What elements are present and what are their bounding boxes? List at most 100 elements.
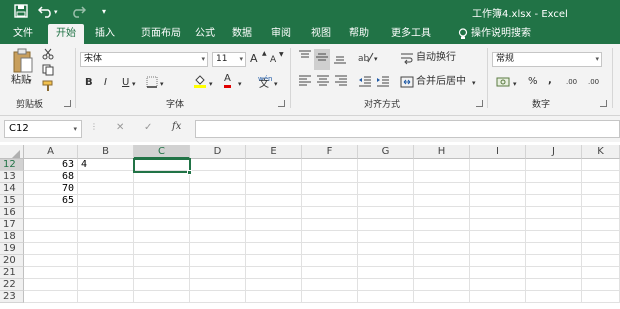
font-size-select[interactable]: 11 ▾ [212, 52, 246, 67]
cell[interactable] [358, 195, 414, 207]
cell[interactable] [582, 231, 620, 243]
cell-a[interactable] [24, 279, 78, 291]
increase-decimal-button[interactable]: .00 [566, 75, 577, 89]
row-header[interactable]: 16 [0, 207, 24, 219]
cell[interactable] [246, 219, 302, 231]
cell[interactable] [134, 255, 190, 267]
row-header[interactable]: 23 [0, 291, 24, 303]
cell-b[interactable] [78, 171, 134, 183]
cell[interactable] [582, 159, 620, 171]
cell[interactable] [470, 291, 526, 303]
cell[interactable] [526, 159, 582, 171]
column-header-i[interactable]: I [470, 145, 526, 159]
cell[interactable] [414, 243, 470, 255]
cell-a[interactable] [24, 243, 78, 255]
cell[interactable] [302, 255, 358, 267]
cell[interactable] [302, 183, 358, 195]
cell[interactable] [134, 231, 190, 243]
name-box[interactable]: C12 ▾ [4, 120, 82, 138]
fill-color-icon[interactable] [193, 74, 207, 93]
cut-icon[interactable] [42, 48, 54, 65]
cell-b[interactable] [78, 255, 134, 267]
cell[interactable] [582, 219, 620, 231]
cell[interactable] [302, 219, 358, 231]
cell[interactable] [358, 183, 414, 195]
cell[interactable] [134, 219, 190, 231]
cell[interactable] [414, 231, 470, 243]
cell-a[interactable] [24, 207, 78, 219]
cell[interactable] [134, 279, 190, 291]
cell[interactable] [358, 279, 414, 291]
cell[interactable] [526, 255, 582, 267]
cell-b[interactable] [78, 291, 134, 303]
tab-insert[interactable]: 插入 [88, 24, 122, 44]
row-header[interactable]: 22 [0, 279, 24, 291]
cell[interactable] [134, 183, 190, 195]
cell[interactable] [190, 219, 246, 231]
cell[interactable] [302, 267, 358, 279]
tab-data[interactable]: 数据 [225, 24, 259, 44]
cell-a[interactable]: 70 [24, 183, 78, 195]
cell-a[interactable]: 68 [24, 171, 78, 183]
cell[interactable] [190, 291, 246, 303]
cell[interactable] [582, 195, 620, 207]
font-launcher-icon[interactable] [278, 100, 285, 107]
cell-b[interactable] [78, 219, 134, 231]
fill-handle[interactable] [187, 170, 192, 175]
middle-align-icon[interactable] [314, 49, 330, 70]
borders-icon[interactable] [146, 76, 158, 93]
number-launcher-icon[interactable] [600, 100, 607, 107]
tab-review[interactable]: 审阅 [264, 24, 298, 44]
cell[interactable] [246, 279, 302, 291]
cell[interactable] [134, 207, 190, 219]
wrap-text-icon[interactable] [400, 51, 414, 70]
cell[interactable] [470, 255, 526, 267]
cell[interactable] [470, 159, 526, 171]
cell-a[interactable] [24, 267, 78, 279]
column-header-f[interactable]: F [302, 145, 358, 159]
tab-home[interactable]: 开始 [48, 24, 84, 44]
format-painter-icon[interactable] [42, 80, 54, 97]
cell[interactable] [246, 267, 302, 279]
bold-button[interactable]: B [85, 76, 93, 90]
cell[interactable] [246, 231, 302, 243]
column-header-b[interactable]: B [78, 145, 134, 159]
column-header-e[interactable]: E [246, 145, 302, 159]
cell[interactable] [302, 279, 358, 291]
cell[interactable] [582, 255, 620, 267]
cell-b[interactable] [78, 243, 134, 255]
cell[interactable] [190, 267, 246, 279]
cell[interactable] [582, 243, 620, 255]
cell[interactable] [526, 183, 582, 195]
column-header-c[interactable]: C [134, 145, 190, 159]
cell[interactable] [414, 255, 470, 267]
cell[interactable] [526, 267, 582, 279]
row-header[interactable]: 18 [0, 231, 24, 243]
cell[interactable] [302, 231, 358, 243]
cell[interactable] [302, 159, 358, 171]
cell[interactable] [414, 219, 470, 231]
cell[interactable] [358, 255, 414, 267]
number-format-select[interactable]: 常规 ▾ [492, 52, 602, 67]
phonetic-dropdown-icon[interactable]: ▾ [274, 77, 278, 91]
cell[interactable] [470, 207, 526, 219]
cell[interactable] [582, 279, 620, 291]
row-header[interactable]: 19 [0, 243, 24, 255]
cell[interactable] [358, 159, 414, 171]
align-left-icon[interactable] [298, 74, 312, 93]
font-name-select[interactable]: 宋体 ▾ [80, 52, 208, 67]
cell[interactable] [414, 267, 470, 279]
cell[interactable] [246, 159, 302, 171]
cell[interactable] [414, 279, 470, 291]
cell[interactable] [246, 195, 302, 207]
cell[interactable] [246, 255, 302, 267]
cell[interactable] [190, 255, 246, 267]
cell[interactable] [414, 207, 470, 219]
column-header-a[interactable]: A [24, 145, 78, 159]
cell-b[interactable]: 4 [78, 159, 134, 171]
cell[interactable] [134, 267, 190, 279]
row-header[interactable]: 12 [0, 159, 24, 171]
phonetic-guide-icon[interactable]: 文 [259, 78, 269, 92]
insert-function-icon[interactable]: fx [172, 121, 181, 132]
cell-a[interactable]: 63 [24, 159, 78, 171]
